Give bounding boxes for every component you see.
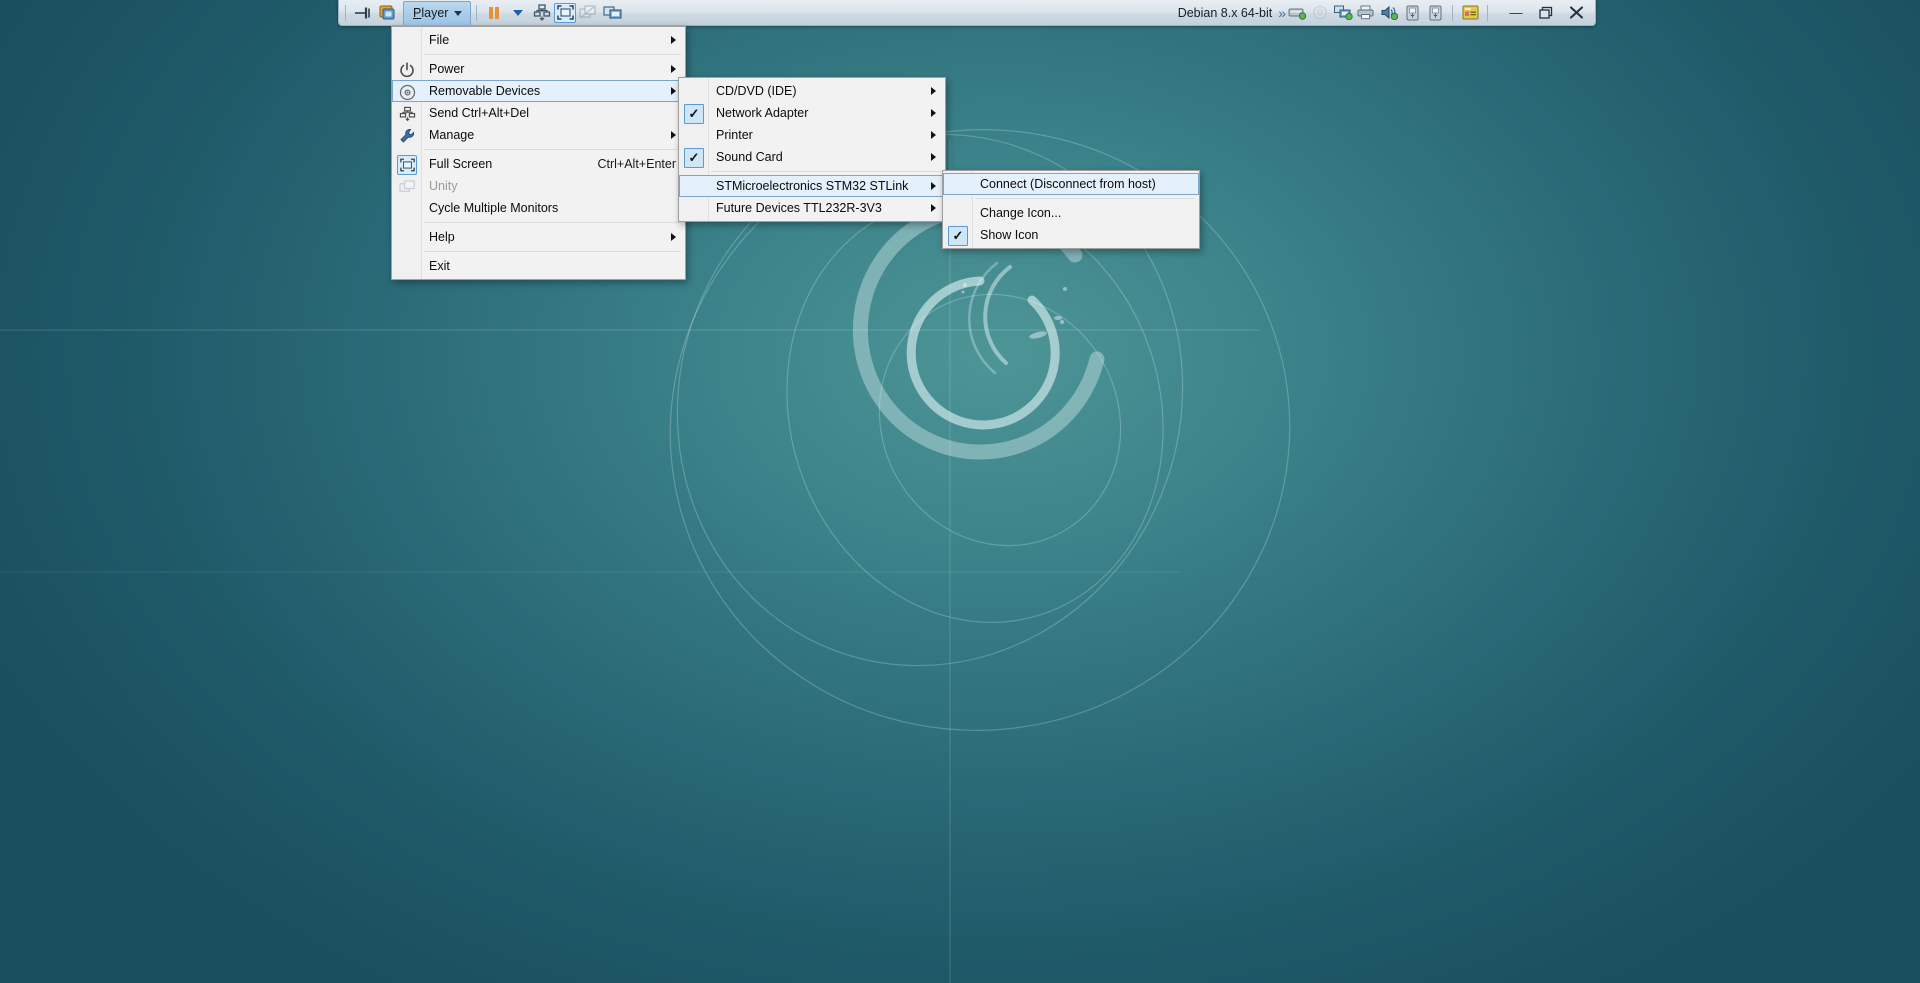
vm-title-text: Debian 8.x 64-bit [1177, 5, 1273, 20]
menu-item-cd-dvd[interactable]: CD/DVD (IDE) [679, 80, 945, 102]
chevron-down-icon [454, 10, 463, 16]
usb-device-icon[interactable] [1401, 2, 1423, 24]
multiple-monitors-icon[interactable] [600, 2, 624, 24]
menu-separator [424, 54, 681, 55]
player-menu[interactable]: File Power Removable Devices Send Ctrl+A… [391, 26, 686, 280]
submenu-arrow-icon [671, 65, 676, 73]
wrench-icon [397, 126, 417, 146]
submenu-arrow-icon [931, 153, 936, 161]
minimize-button[interactable]: — [1501, 2, 1531, 24]
menu-item-send-ctrl-alt-del[interactable]: Send Ctrl+Alt+Del [392, 102, 685, 124]
menu-item-manage[interactable]: Manage [392, 124, 685, 146]
menu-item-sound-card[interactable]: ✓ Sound Card [679, 146, 945, 168]
vm-title-area: Debian 8.x 64-bit » [1178, 5, 1286, 21]
menu-item-show-icon[interactable]: ✓ Show Icon [943, 224, 1199, 246]
menu-separator [711, 171, 941, 172]
checkmark-icon: ✓ [684, 148, 704, 168]
suspend-dropdown-icon[interactable] [506, 2, 530, 24]
menu-separator [424, 251, 681, 252]
usb-device-icon[interactable] [1424, 2, 1446, 24]
send-ctrl-alt-del-icon [397, 104, 417, 124]
full-screen-icon[interactable] [554, 2, 577, 23]
toolbar-divider-1 [476, 4, 478, 21]
submenu-arrow-icon [671, 233, 676, 241]
removable-devices-icon [397, 82, 417, 102]
cd-dvd-icon[interactable] [1309, 2, 1331, 24]
checkmark-icon: ✓ [948, 226, 968, 246]
unity-icon [576, 2, 600, 24]
submenu-arrow-icon [931, 131, 936, 139]
suspend-pause-icon[interactable] [482, 2, 506, 24]
device-status-icons [1286, 2, 1495, 24]
unpin-icon[interactable] [351, 2, 375, 24]
debian-wallpaper [0, 0, 1920, 983]
menu-item-cycle-multiple-monitors[interactable]: Cycle Multiple Monitors [392, 197, 685, 219]
menu-item-unity: Unity [392, 175, 685, 197]
submenu-arrow-icon [931, 87, 936, 95]
toolbar-divider-3 [1487, 4, 1488, 21]
window-controls[interactable]: — [1501, 2, 1595, 24]
unity-icon [397, 177, 417, 197]
debian-swirl-graphic [0, 129, 1291, 983]
menu-item-removable-devices[interactable]: Removable Devices [392, 80, 685, 102]
message-log-icon[interactable] [1459, 2, 1481, 24]
menu-item-printer[interactable]: Printer [679, 124, 945, 146]
submenu-arrow-icon [931, 204, 936, 212]
menu-separator [424, 222, 681, 223]
vm-library-icon[interactable] [375, 2, 399, 24]
player-menu-label: Player [413, 6, 449, 20]
menu-item-network-adapter[interactable]: ✓ Network Adapter [679, 102, 945, 124]
printer-icon[interactable] [1355, 2, 1377, 24]
menu-item-connect-disconnect[interactable]: Connect (Disconnect from host) [943, 173, 1199, 195]
menu-item-future-devices-ttl232r[interactable]: Future Devices TTL232R-3V3 [679, 197, 945, 219]
vm-desktop-screen[interactable] [0, 0, 1920, 983]
submenu-arrow-icon [931, 109, 936, 117]
player-menu-button[interactable]: Player [403, 0, 472, 25]
sound-card-icon[interactable] [1378, 2, 1400, 24]
restore-button[interactable] [1531, 2, 1561, 24]
menu-item-help[interactable]: Help [392, 226, 685, 248]
submenu-arrow-icon [671, 131, 676, 139]
submenu-arrow-icon [671, 87, 676, 95]
full-screen-icon [397, 155, 417, 175]
power-icon [397, 60, 417, 80]
send-ctrl-alt-del-icon[interactable] [530, 2, 554, 24]
toolbar-divider-2 [1452, 4, 1453, 21]
menu-item-file[interactable]: File [392, 29, 685, 51]
menu-separator [424, 149, 681, 150]
submenu-arrow-icon [671, 36, 676, 44]
network-adapter-icon[interactable] [1332, 2, 1354, 24]
menu-accelerator: Ctrl+Alt+Enter [597, 157, 676, 171]
submenu-arrow-icon [931, 182, 936, 190]
vmware-player-toolbar[interactable]: Player Debian 8.x 64-bit » — [338, 0, 1596, 26]
menu-separator [975, 198, 1195, 199]
menu-item-power[interactable]: Power [392, 58, 685, 80]
removable-devices-submenu[interactable]: CD/DVD (IDE) ✓ Network Adapter Printer ✓… [678, 77, 946, 222]
menu-item-stmicroelectronics-stlink[interactable]: STMicroelectronics STM32 STLink [679, 175, 945, 197]
device-actions-submenu[interactable]: Connect (Disconnect from host) Change Ic… [942, 170, 1200, 249]
close-button[interactable] [1561, 2, 1591, 24]
menu-item-exit[interactable]: Exit [392, 255, 685, 277]
menu-item-full-screen[interactable]: Full Screen Ctrl+Alt+Enter [392, 153, 685, 175]
menu-item-change-icon[interactable]: Change Icon... [943, 202, 1199, 224]
hard-disk-icon[interactable] [1286, 2, 1308, 24]
chevron-double-right-icon[interactable]: » [1278, 5, 1286, 21]
toolbar-divider-left [345, 4, 346, 21]
checkmark-icon: ✓ [684, 104, 704, 124]
